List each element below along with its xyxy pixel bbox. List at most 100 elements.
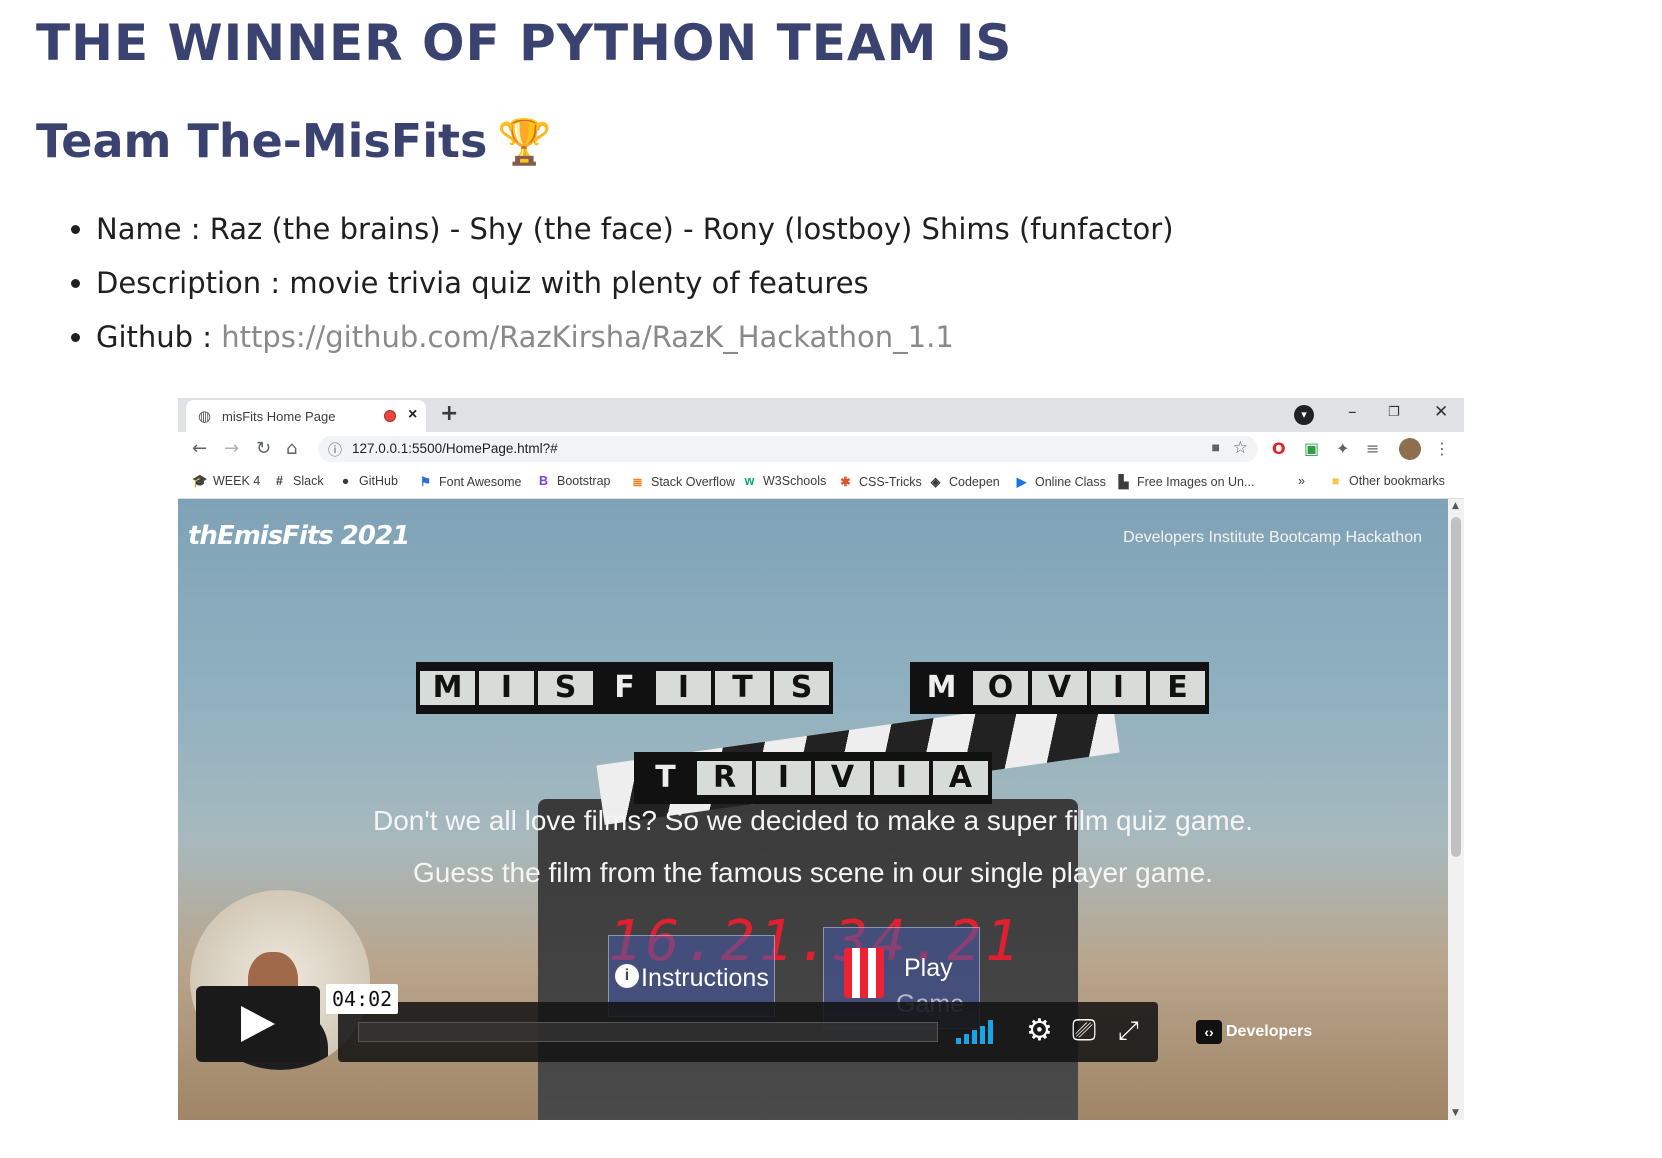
scroll-down-icon[interactable]: ▼	[1452, 1108, 1459, 1118]
tab-search-icon[interactable]: ▾	[1294, 405, 1314, 425]
video-time-tooltip: 04:02	[326, 984, 399, 1014]
title-letter: F	[597, 671, 652, 705]
site-tagline: Developers Institute Bootcamp Hackathon	[1123, 529, 1422, 546]
info-circle-icon: i	[615, 964, 639, 988]
title-word-movie: M O V I E	[910, 662, 1209, 714]
bookmark-slack[interactable]: # Slack	[272, 474, 324, 488]
chat-extension-icon[interactable]: ▣	[1304, 439, 1319, 458]
bookmarks-overflow[interactable]: »	[1298, 474, 1305, 488]
team-title: Team The-MisFits 🏆	[36, 114, 552, 168]
bookmark-online-class[interactable]: ▶ Online Class	[1014, 474, 1106, 489]
bookmark-label: Stack Overflow	[651, 475, 736, 489]
camera-icon[interactable]: ■	[1212, 439, 1220, 455]
bookmark-week4[interactable]: 🎓 WEEK 4	[192, 474, 260, 489]
address-url: 127.0.0.1:5500/HomePage.html?#	[352, 441, 558, 456]
window-close-icon[interactable]: ✕	[1434, 402, 1448, 422]
play-icon	[241, 1006, 275, 1042]
scrollbar-thumb[interactable]	[1451, 517, 1461, 857]
site-logo: thEmisFits 2021	[188, 521, 410, 551]
settings-gear-icon[interactable]: ⚙	[1026, 1014, 1053, 1048]
team-facts-list: Name : Raz (the brains) - Shy (the face)…	[64, 210, 1174, 372]
title-letter: V	[815, 761, 870, 795]
volume-icon[interactable]	[956, 1020, 993, 1044]
github-link[interactable]: https://github.com/RazKirsha/RazK_Hackat…	[221, 320, 954, 354]
trophy-icon: 🏆	[497, 117, 553, 168]
codepen-icon: ◈	[930, 475, 941, 489]
team-name: Team The-MisFits	[36, 114, 488, 168]
bookmark-free-images[interactable]: ▙ Free Images on Un...	[1116, 474, 1255, 489]
title-letter: I	[656, 671, 711, 705]
bookmark-star-icon[interactable]: ☆	[1233, 438, 1248, 458]
instructions-label: Instructions	[641, 964, 769, 992]
developers-institute-logo: ‹› Developers	[1196, 1020, 1312, 1044]
bookmark-w3schools[interactable]: w W3Schools	[742, 474, 827, 488]
asterisk-icon: ✱	[840, 475, 851, 489]
back-icon[interactable]: ←	[192, 438, 207, 459]
page-heading: THE WINNER OF PYTHON TEAM IS	[36, 14, 1013, 72]
profile-avatar[interactable]	[1399, 438, 1421, 460]
bookmark-github[interactable]: ● GitHub	[338, 474, 398, 488]
browser-tabstrip: ◍ misFits Home Page × + ▾ – ❐ ✕	[178, 398, 1464, 432]
title-letter: S	[774, 671, 829, 705]
extensions-icon[interactable]: ✦	[1336, 439, 1349, 458]
w3schools-icon: w	[744, 474, 755, 488]
bookmark-label: WEEK 4	[213, 474, 261, 488]
video-progress-bar[interactable]	[358, 1022, 938, 1042]
title-letter: R	[697, 761, 752, 795]
bookmark-label: Codepen	[949, 475, 1000, 489]
title-letter: A	[933, 761, 988, 795]
recording-icon	[384, 410, 396, 422]
reload-icon[interactable]: ↻	[256, 438, 271, 459]
bookmark-label: W3Schools	[763, 474, 827, 488]
bookmarks-bar: 🎓 WEEK 4 # Slack ● GitHub ⚑ Font Awesome B Bo…	[178, 466, 1464, 499]
browser-toolbar: ← → ↻ ⌂ ⓘ 127.0.0.1:5500/HomePage.html?#…	[178, 432, 1464, 466]
bookmark-label: GitHub	[359, 474, 398, 488]
bookmark-font-awesome[interactable]: ⚑ Font Awesome	[418, 474, 522, 489]
reading-list-icon[interactable]: ≡	[1366, 439, 1379, 458]
graduation-cap-icon: 🎓	[192, 474, 208, 488]
fullscreen-icon[interactable]: ⤢	[1118, 1014, 1139, 1048]
bootstrap-icon: B	[538, 474, 549, 488]
close-tab-icon[interactable]: ×	[408, 406, 417, 424]
title-letter: V	[1032, 671, 1087, 705]
meet-icon: ▶	[1016, 475, 1027, 489]
stack-overflow-icon: ≣	[632, 475, 643, 489]
bookmark-other[interactable]: ■ Other bookmarks	[1328, 474, 1445, 488]
popcorn-icon	[844, 948, 884, 998]
forward-icon[interactable]: →	[224, 438, 239, 459]
title-letter: T	[715, 671, 770, 705]
minimize-icon[interactable]: –	[1348, 402, 1357, 422]
title-letter: M	[914, 671, 969, 705]
github-label: Github :	[96, 320, 222, 354]
menu-icon[interactable]: ⋮	[1434, 439, 1450, 458]
bookmark-bootstrap[interactable]: B Bootstrap	[536, 474, 611, 488]
intro-line-1: Don't we all love films? So we decided t…	[373, 805, 1253, 836]
title-letter: E	[1150, 671, 1205, 705]
new-tab-icon[interactable]: +	[440, 401, 458, 426]
info-icon[interactable]: ⓘ	[328, 440, 342, 460]
fact-description: Description : movie trivia quiz with ple…	[96, 264, 1174, 302]
demo-video[interactable]: ◍ misFits Home Page × + ▾ – ❐ ✕ ← → ↻ ⌂ …	[178, 398, 1464, 1120]
address-bar[interactable]: ⓘ 127.0.0.1:5500/HomePage.html?# ■ ☆	[318, 436, 1258, 462]
video-play-button[interactable]	[196, 986, 320, 1062]
github-icon: ●	[341, 474, 350, 488]
bookmark-codepen[interactable]: ◈ Codepen	[928, 474, 1000, 489]
brand-name: Developers	[1226, 1023, 1313, 1041]
folder-icon: ■	[1331, 474, 1340, 488]
home-icon[interactable]: ⌂	[286, 438, 297, 459]
fact-name: Name : Raz (the brains) - Shy (the face)…	[96, 210, 1174, 248]
opera-icon[interactable]: O	[1272, 439, 1286, 458]
restore-icon[interactable]: ❐	[1388, 405, 1400, 420]
title-letter: O	[973, 671, 1028, 705]
fact-github: Github : https://github.com/RazKirsha/Ra…	[96, 318, 1174, 356]
title-letter: I	[874, 761, 929, 795]
bookmark-css-tricks[interactable]: ✱ CSS-Tricks	[838, 474, 921, 489]
scroll-up-icon[interactable]: ▲	[1452, 501, 1459, 511]
flag-icon: ⚑	[419, 475, 432, 489]
slack-icon: #	[276, 474, 283, 488]
bookmark-stack-overflow[interactable]: ≣ Stack Overflow	[630, 474, 735, 489]
page-scrollbar[interactable]: ▲ ▼	[1448, 499, 1464, 1120]
browser-tab[interactable]: ◍ misFits Home Page ×	[186, 400, 426, 432]
airplay-icon[interactable]: ⎚	[1072, 1014, 1096, 1048]
bookmark-label: Bootstrap	[557, 474, 611, 488]
